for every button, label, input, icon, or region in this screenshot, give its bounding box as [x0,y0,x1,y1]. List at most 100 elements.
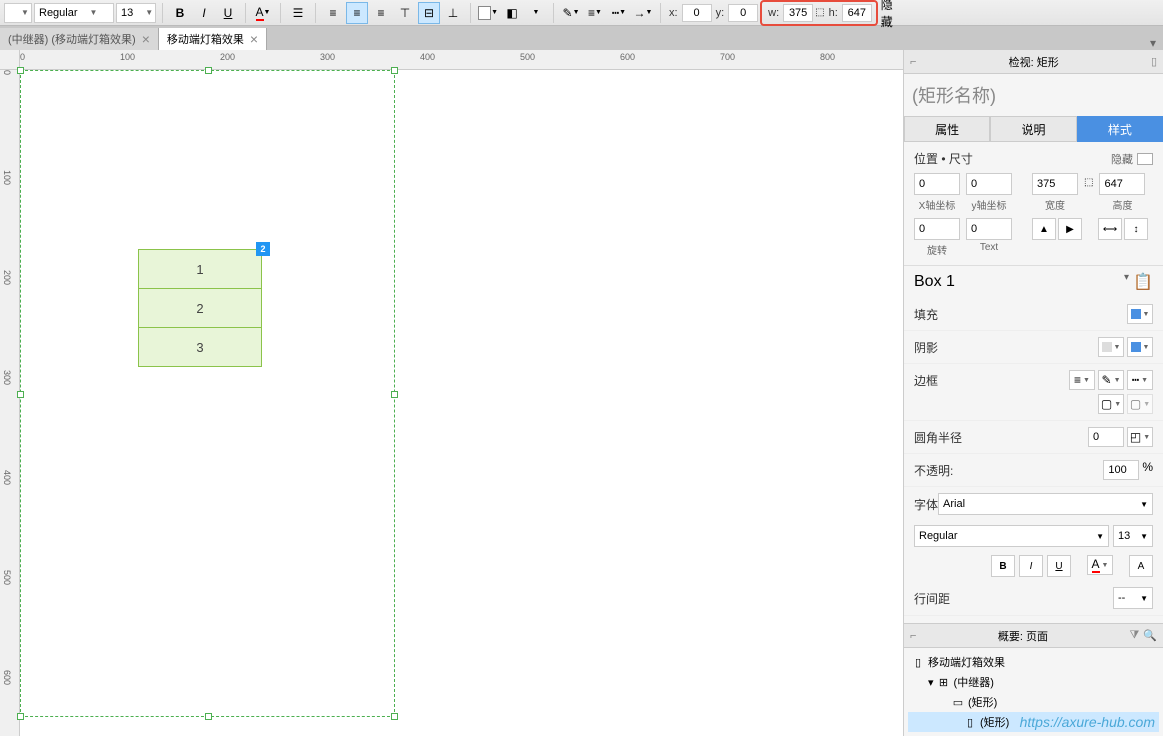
hide-button[interactable]: 隐藏 [880,2,902,24]
collapse-icon[interactable]: ⌐ [910,56,916,68]
text-shadow-button[interactable]: A [1129,555,1153,577]
border-style-dropdown[interactable]: ┅▼ [1127,370,1153,390]
shadow-button[interactable]: ◧ [501,2,523,24]
width-input[interactable] [1032,173,1078,195]
opacity-input[interactable] [1103,460,1139,480]
box-style-name[interactable]: Box 1 ▾📋 [904,266,1163,298]
resize-handle-e[interactable] [391,391,398,398]
underline-button[interactable]: U [217,2,239,24]
close-icon[interactable]: × [250,31,258,47]
font-weight-dropdown[interactable]: Regular▼ [34,3,114,23]
filter-icon[interactable]: ⧩ [1129,629,1139,642]
font-size-dropdown[interactable]: 13▼ [1113,525,1153,547]
list-button[interactable]: ☰ [287,2,309,24]
valign-top-button[interactable]: ⊤ [394,2,416,24]
unknown-dropdown[interactable]: ▼ [4,3,32,23]
x-label: x: [669,7,678,19]
tab-notes[interactable]: 说明 [990,116,1076,142]
border-visibility-dropdown[interactable]: ▢▼ [1098,394,1124,414]
align-center-button[interactable]: ≡ [346,2,368,24]
ruler-horizontal: 0 100 200 300 400 500 600 700 800 [20,50,903,70]
resize-handle-s[interactable] [205,713,212,720]
h-input[interactable] [842,4,872,22]
x-pos-input[interactable] [914,173,960,195]
font-family-dropdown[interactable]: Arial▼ [938,493,1153,515]
radius-corners-dropdown[interactable]: ◰▼ [1127,427,1153,447]
italic-button[interactable]: I [193,2,215,24]
w-input[interactable] [783,4,813,22]
repeater-row[interactable]: 3 [138,327,262,367]
repeater-row[interactable]: 2 [138,288,262,328]
fit-height-button[interactable]: ↕ [1124,218,1148,240]
line-style-button[interactable]: ┅▼ [608,2,630,24]
valign-middle-button[interactable]: ⊟ [418,2,440,24]
font-weight-dropdown[interactable]: Regular▼ [914,525,1109,547]
bold-button[interactable]: B [991,555,1015,577]
fit-width-button[interactable]: ⟷ [1098,218,1122,240]
line-height-dropdown[interactable]: --▼ [1113,587,1153,609]
page-tabs: (中继器) (移动端灯箱效果) × 移动端灯箱效果 × ▾ [0,26,1163,50]
resize-handle-sw[interactable] [17,713,24,720]
radius-input[interactable] [1088,427,1124,447]
tab-repeater[interactable]: (中继器) (移动端灯箱效果) × [0,28,159,50]
resize-handle-w[interactable] [17,391,24,398]
page-icon[interactable]: ▯ [1151,55,1157,68]
align-left-button[interactable]: ≡ [322,2,344,24]
copy-style-icon[interactable]: 📋 [1133,272,1153,292]
border-color-dropdown[interactable]: ✎▼ [1098,370,1124,390]
collapse-icon[interactable]: ⌐ [910,630,916,642]
close-icon[interactable]: × [142,31,150,47]
border-width-dropdown[interactable]: ≡▼ [1069,370,1095,390]
x-input[interactable] [682,4,712,22]
lock-aspect-icon[interactable]: ⬚ [815,7,824,18]
border-label: 边框 [914,372,938,389]
fill-color-button[interactable]: ▼ [477,2,499,24]
text-color-button[interactable]: A▼ [252,2,274,24]
resize-handle-se[interactable] [391,713,398,720]
outer-shadow-dropdown[interactable]: ▼ [1098,337,1124,357]
inner-shadow-button[interactable]: ▼ [525,2,547,24]
tab-label: (中继器) (移动端灯箱效果) [8,31,136,47]
y-pos-input[interactable] [966,173,1012,195]
bold-button[interactable]: B [169,2,191,24]
resize-handle-nw[interactable] [17,67,24,74]
border-corner-dropdown[interactable]: ▢▼ [1127,394,1153,414]
flip-v-button[interactable]: ▶ [1058,218,1082,240]
italic-button[interactable]: I [1019,555,1043,577]
tab-properties[interactable]: 属性 [904,116,990,142]
valign-bottom-button[interactable]: ⊥ [442,2,464,24]
font-label: 字体 [914,496,938,513]
repeater-row[interactable]: 1 [138,249,262,289]
tree-item-page[interactable]: ▯ 移动端灯箱效果 [908,652,1159,672]
tabs-overflow-icon[interactable]: ▾ [1143,36,1163,50]
line-color-button[interactable]: ✎▼ [560,2,582,24]
underline-button[interactable]: U [1047,555,1071,577]
search-icon[interactable]: 🔍 [1143,629,1157,642]
rotation-input[interactable] [914,218,960,240]
flip-h-button[interactable]: ▲ [1032,218,1056,240]
text-color-dropdown[interactable]: A▼ [1087,555,1113,575]
inspector-title: 检视: 矩形 [1009,54,1059,70]
font-size-dropdown[interactable]: 13▼ [116,3,156,23]
height-input[interactable] [1099,173,1145,195]
tree-item-rect[interactable]: ▭ (矩形) [908,692,1159,712]
tab-mobile-lightbox[interactable]: 移动端灯箱效果 × [159,28,267,50]
tab-style[interactable]: 样式 [1077,116,1163,142]
y-label: y: [716,7,725,19]
expand-icon[interactable]: ▾ [928,676,934,689]
y-input[interactable] [728,4,758,22]
tree-item-repeater[interactable]: ▾ ⊞ (中继器) [908,672,1159,692]
shape-name-field[interactable]: (矩形名称) [904,74,1163,116]
text-rotation-input[interactable] [966,218,1012,240]
hide-toggle[interactable]: 隐藏 [1111,151,1153,167]
inner-shadow-dropdown[interactable]: ▼ [1127,337,1153,357]
canvas[interactable]: 2 1 2 3 [20,70,903,736]
line-width-button[interactable]: ≡▼ [584,2,606,24]
resize-handle-ne[interactable] [391,67,398,74]
align-right-button[interactable]: ≡ [370,2,392,24]
lock-aspect-icon[interactable]: ⬚ [1084,177,1093,188]
fill-color-dropdown[interactable]: ▼ [1127,304,1153,324]
arrow-button[interactable]: →▼ [632,2,654,24]
resize-handle-n[interactable] [205,67,212,74]
repeater-widget[interactable]: 2 1 2 3 [138,250,262,367]
